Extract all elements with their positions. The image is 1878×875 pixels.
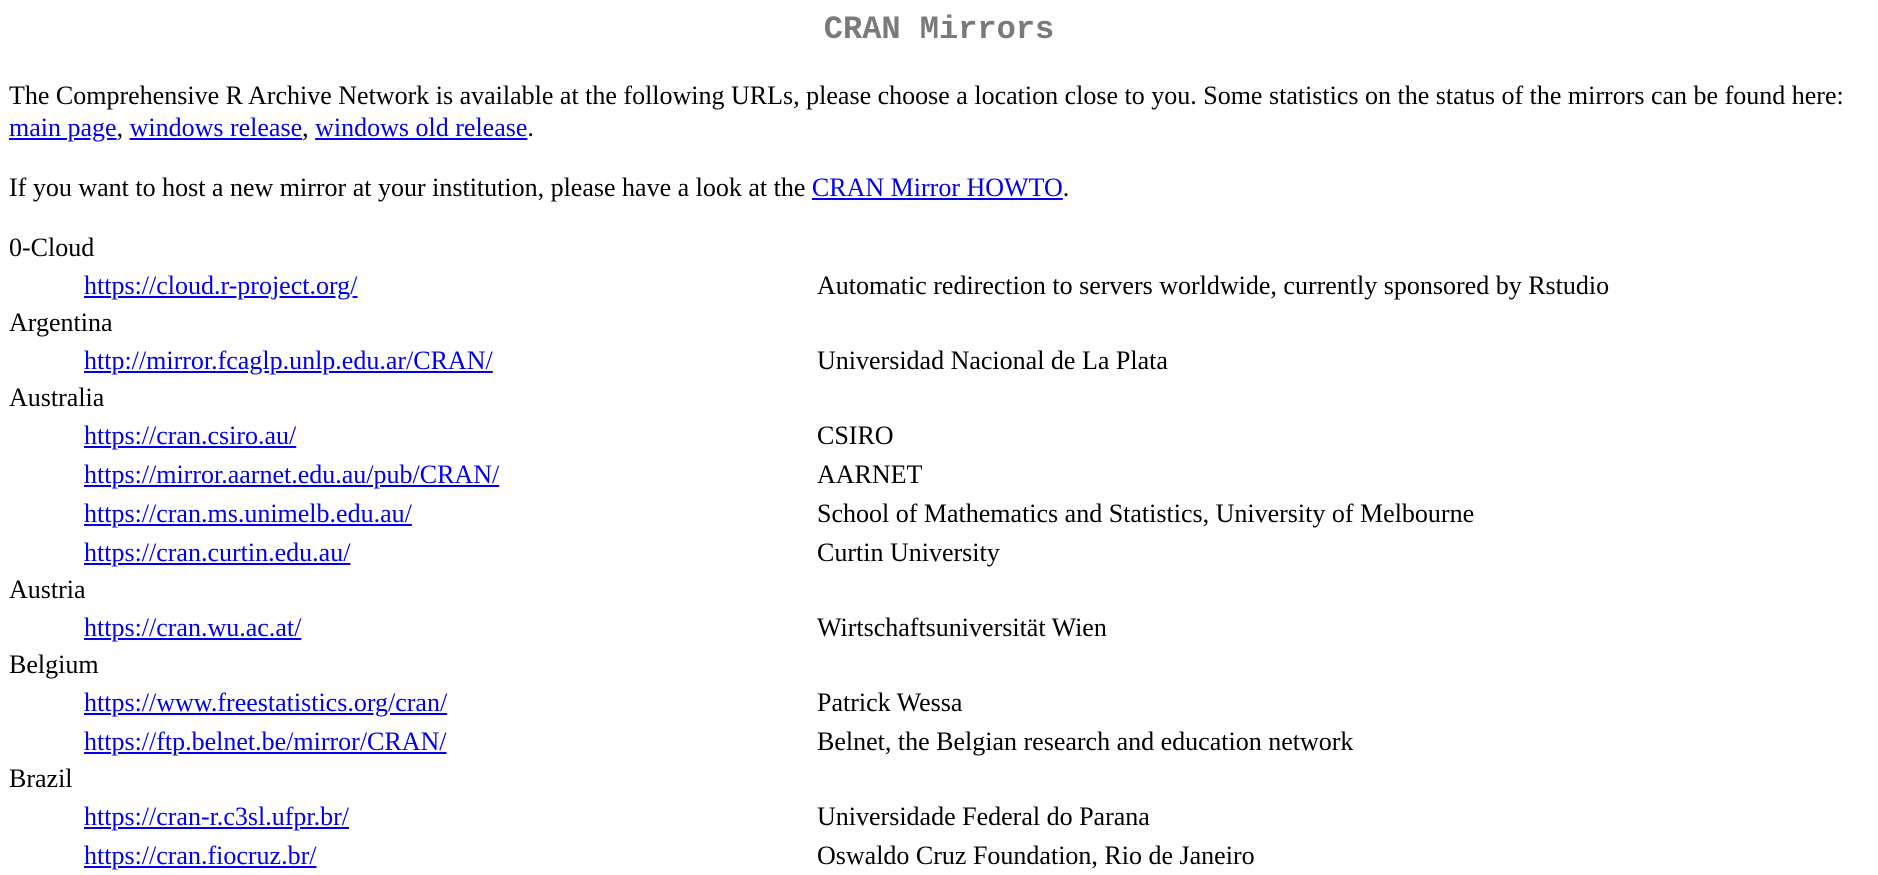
mirror-description: Patrick Wessa xyxy=(817,688,963,717)
mirror-row: https://cran.ms.unimelb.edu.au/ School o… xyxy=(9,494,1869,533)
mirror-description: Belnet, the Belgian research and educati… xyxy=(817,727,1354,756)
intro-text: The Comprehensive R Archive Network is a… xyxy=(9,81,1844,110)
country-heading: 0-Cloud xyxy=(9,233,95,262)
main-page-link[interactable]: main page xyxy=(9,113,117,142)
windows-release-link[interactable]: windows release xyxy=(130,113,303,142)
mirror-description: Automatic redirection to servers worldwi… xyxy=(817,271,1610,300)
mirror-description: AARNET xyxy=(817,460,923,489)
mirror-url-link[interactable]: http://mirror.fcaglp.unlp.edu.ar/CRAN/ xyxy=(84,341,493,380)
country-heading: Austria xyxy=(9,575,86,604)
mirror-row: https://www.freestatistics.org/cran/ Pat… xyxy=(9,683,1869,722)
howto-period: . xyxy=(1062,173,1070,202)
mirror-description: Wirtschaftsuniversität Wien xyxy=(817,613,1107,642)
mirror-url-link[interactable]: https://mirror.aarnet.edu.au/pub/CRAN/ xyxy=(84,455,499,494)
mirror-description: Oswaldo Cruz Foundation, Rio de Janeiro xyxy=(817,841,1255,870)
mirror-row: https://cran.curtin.edu.au/ Curtin Unive… xyxy=(9,533,1869,572)
mirror-description: School of Mathematics and Statistics, Un… xyxy=(817,499,1475,528)
intro-period: . xyxy=(527,113,534,142)
windows-old-release-link[interactable]: windows old release xyxy=(315,113,527,142)
mirror-url-link[interactable]: https://cran.ms.unimelb.edu.au/ xyxy=(84,494,412,533)
country-heading: Argentina xyxy=(9,308,113,337)
intro-separator: , xyxy=(116,113,130,142)
mirror-row: https://cloud.r-project.org/ Automatic r… xyxy=(9,266,1869,305)
mirror-row: https://cran.wu.ac.at/ Wirtschaftsuniver… xyxy=(9,608,1869,647)
country-heading: Australia xyxy=(9,383,105,412)
cran-mirror-howto-link[interactable]: CRAN Mirror HOWTO xyxy=(812,173,1063,202)
mirror-row: https://cran-r.c3sl.ufpr.br/ Universidad… xyxy=(9,797,1869,836)
mirror-description: CSIRO xyxy=(817,421,894,450)
mirror-row: https://cran.fiocruz.br/ Oswaldo Cruz Fo… xyxy=(9,836,1869,875)
page-title: CRAN Mirrors xyxy=(823,11,1055,48)
mirror-description: Universidade Federal do Parana xyxy=(817,802,1150,831)
mirror-url-link[interactable]: https://cran.wu.ac.at/ xyxy=(84,608,301,647)
intro-paragraph: The Comprehensive R Archive Network is a… xyxy=(9,80,1869,144)
mirror-list: 0-Cloud https://cloud.r-project.org/ Aut… xyxy=(9,230,1869,875)
mirror-url-link[interactable]: https://cran.csiro.au/ xyxy=(84,416,296,455)
mirror-url-link[interactable]: https://cran.curtin.edu.au/ xyxy=(84,533,350,572)
country-heading: Brazil xyxy=(9,764,73,793)
mirror-url-link[interactable]: https://cloud.r-project.org/ xyxy=(84,266,357,305)
howto-text: If you want to host a new mirror at your… xyxy=(9,173,812,202)
mirror-row: http://mirror.fcaglp.unlp.edu.ar/CRAN/ U… xyxy=(9,341,1869,380)
mirror-url-link[interactable]: https://www.freestatistics.org/cran/ xyxy=(84,683,447,722)
mirror-row: https://mirror.aarnet.edu.au/pub/CRAN/ A… xyxy=(9,455,1869,494)
country-heading: Belgium xyxy=(9,650,99,679)
mirror-description: Curtin University xyxy=(817,538,1000,567)
mirror-row: https://ftp.belnet.be/mirror/CRAN/ Belne… xyxy=(9,722,1869,761)
mirror-url-link[interactable]: https://cran-r.c3sl.ufpr.br/ xyxy=(84,797,349,836)
mirror-url-link[interactable]: https://ftp.belnet.be/mirror/CRAN/ xyxy=(84,722,447,761)
howto-paragraph: If you want to host a new mirror at your… xyxy=(9,172,1869,204)
mirror-row: https://cran.csiro.au/ CSIRO xyxy=(9,416,1869,455)
intro-separator: , xyxy=(302,113,316,142)
mirror-url-link[interactable]: https://cran.fiocruz.br/ xyxy=(84,836,316,875)
mirror-description: Universidad Nacional de La Plata xyxy=(817,346,1168,375)
